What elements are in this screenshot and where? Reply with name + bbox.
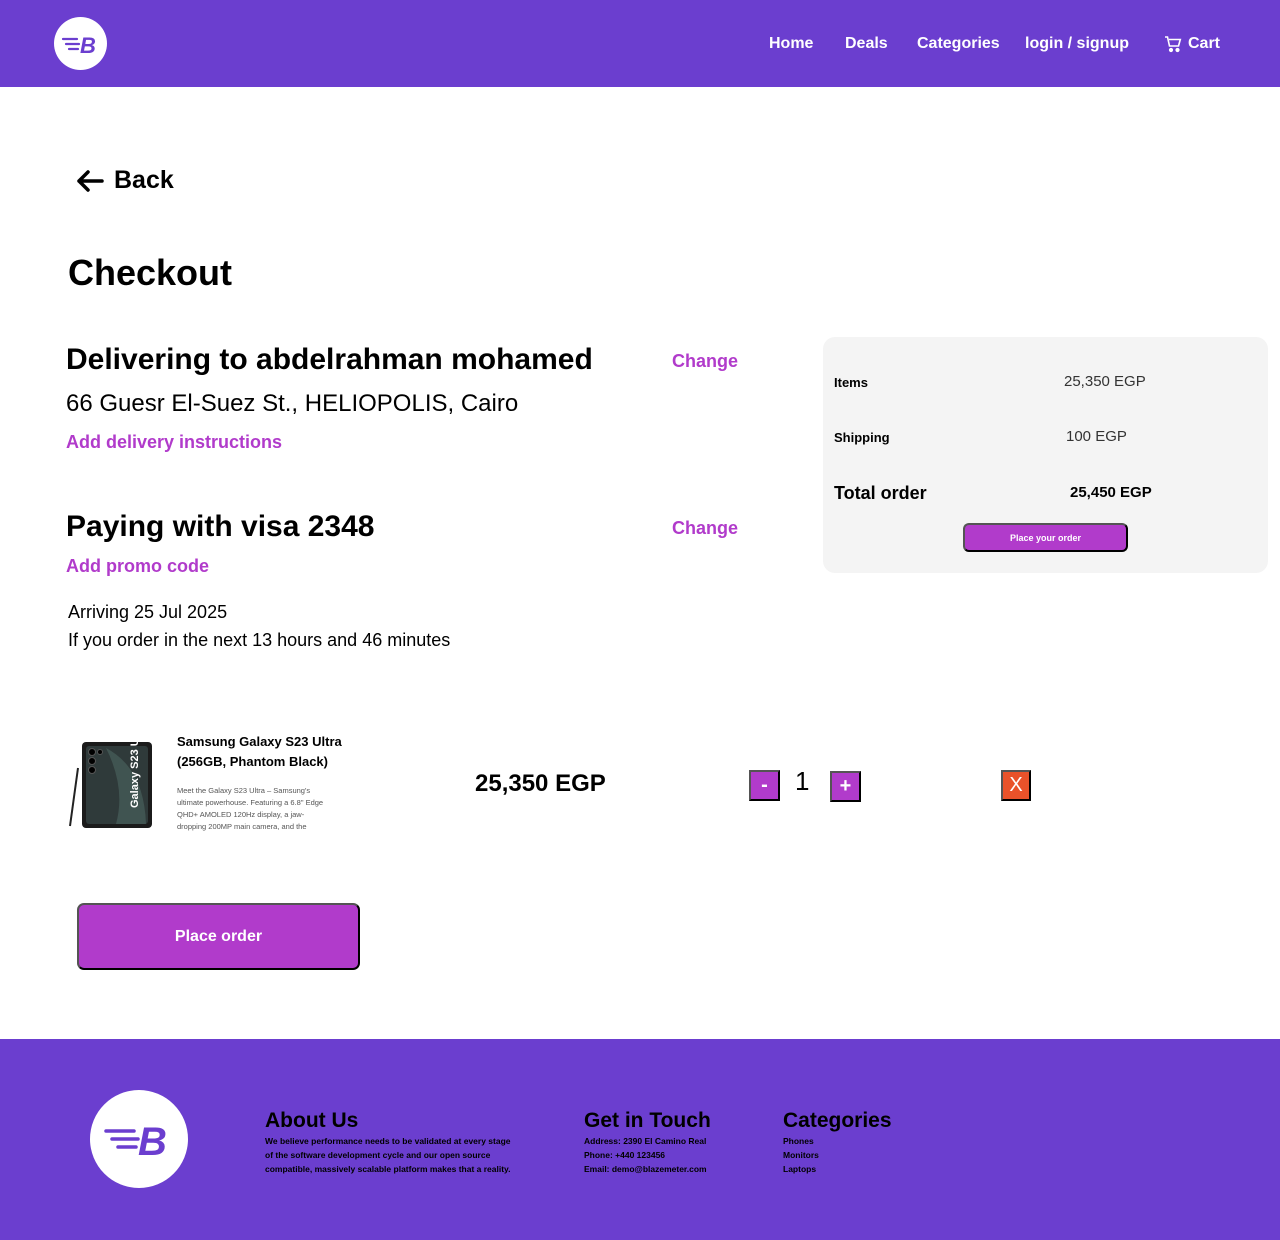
- categories-heading: Categories: [783, 1109, 892, 1132]
- remove-item-button[interactable]: X: [1001, 770, 1031, 801]
- back-button[interactable]: Back: [76, 166, 174, 195]
- svg-text:B: B: [80, 33, 96, 57]
- delivery-address: 66 Guesr El-Suez St., HELIOPOLIS, Cairo: [66, 390, 519, 417]
- quantity-value: 1: [795, 766, 810, 796]
- back-label: Back: [114, 166, 174, 194]
- about-heading: About Us: [265, 1109, 359, 1132]
- product-image-text: Galaxy S23 Ultra: [129, 738, 141, 808]
- items-value: 25,350 EGP: [1064, 373, 1146, 390]
- page-title: Checkout: [68, 252, 233, 293]
- add-promo-code-link[interactable]: Add promo code: [66, 556, 209, 577]
- delivery-heading: Delivering to abdelrahman mohamed: [66, 343, 593, 376]
- category-link-laptops[interactable]: Laptops: [783, 1162, 933, 1176]
- arrival-date: Arriving 25 Jul 2025: [68, 602, 228, 622]
- product-name: Samsung Galaxy S23 Ultra (256GB, Phantom…: [177, 734, 342, 769]
- arrival-note: If you order in the next 13 hours and 46…: [68, 630, 451, 650]
- contact-heading: Get in Touch: [584, 1109, 711, 1132]
- svg-text:B: B: [138, 1120, 167, 1161]
- items-label: Items: [834, 375, 868, 390]
- cart-label: Cart: [1188, 35, 1221, 52]
- place-order-button[interactable]: Place order: [77, 903, 360, 970]
- top-navbar: B Home Deals Categories login / signup C…: [0, 0, 1280, 87]
- category-link-monitors[interactable]: Monitors: [783, 1148, 933, 1162]
- add-delivery-instructions-link[interactable]: Add delivery instructions: [66, 432, 282, 453]
- footer-categories: Categories Phones Monitors Laptops: [783, 1108, 933, 1176]
- contact-address: Address: 2390 El Camino Real: [584, 1136, 707, 1146]
- product-description: Meet the Galaxy S23 Ultra – Samsung's ul…: [177, 786, 324, 831]
- increase-quantity-button[interactable]: +: [830, 771, 861, 802]
- shipping-value: 100 EGP: [1066, 428, 1127, 445]
- nav-login-link[interactable]: login / signup: [1025, 33, 1129, 55]
- nav-deals-link[interactable]: Deals: [845, 33, 888, 55]
- nav-home-link[interactable]: Home: [769, 33, 813, 55]
- shipping-label: Shipping: [834, 430, 890, 445]
- footer-contact: Get in Touch Address: 2390 El Camino Rea…: [584, 1108, 754, 1176]
- contact-phone: Phone: +440 123456: [584, 1150, 666, 1160]
- change-payment-link[interactable]: Change: [672, 518, 738, 539]
- contact-email: Email: demo@blazemeter.com: [584, 1164, 707, 1174]
- total-value: 25,450 EGP: [1070, 484, 1152, 501]
- product-price: 25,350 EGP: [475, 770, 606, 797]
- payment-heading: Paying with visa 2348: [66, 510, 375, 543]
- change-address-link[interactable]: Change: [672, 351, 738, 372]
- footer-logo-icon[interactable]: B: [90, 1090, 188, 1188]
- category-link-phones[interactable]: Phones: [783, 1134, 933, 1148]
- about-text: We believe performance needs to be valid…: [265, 1136, 511, 1174]
- brand-logo-icon[interactable]: B: [54, 17, 107, 70]
- arrow-left-icon: [77, 169, 104, 192]
- total-label: Total order: [834, 483, 927, 503]
- place-your-order-button[interactable]: Place your order: [963, 523, 1128, 552]
- footer-about: About Us We believe performance needs to…: [265, 1108, 520, 1176]
- order-summary: Items 25,350 EGP Shipping 100 EGP Total …: [823, 337, 1268, 573]
- nav-categories-link[interactable]: Categories: [917, 33, 1000, 55]
- decrease-quantity-button[interactable]: -: [749, 770, 780, 801]
- product-image: Galaxy S23 Ultra: [66, 720, 156, 832]
- nav-cart-link[interactable]: Cart: [1164, 33, 1220, 55]
- cart-icon: [1165, 36, 1182, 53]
